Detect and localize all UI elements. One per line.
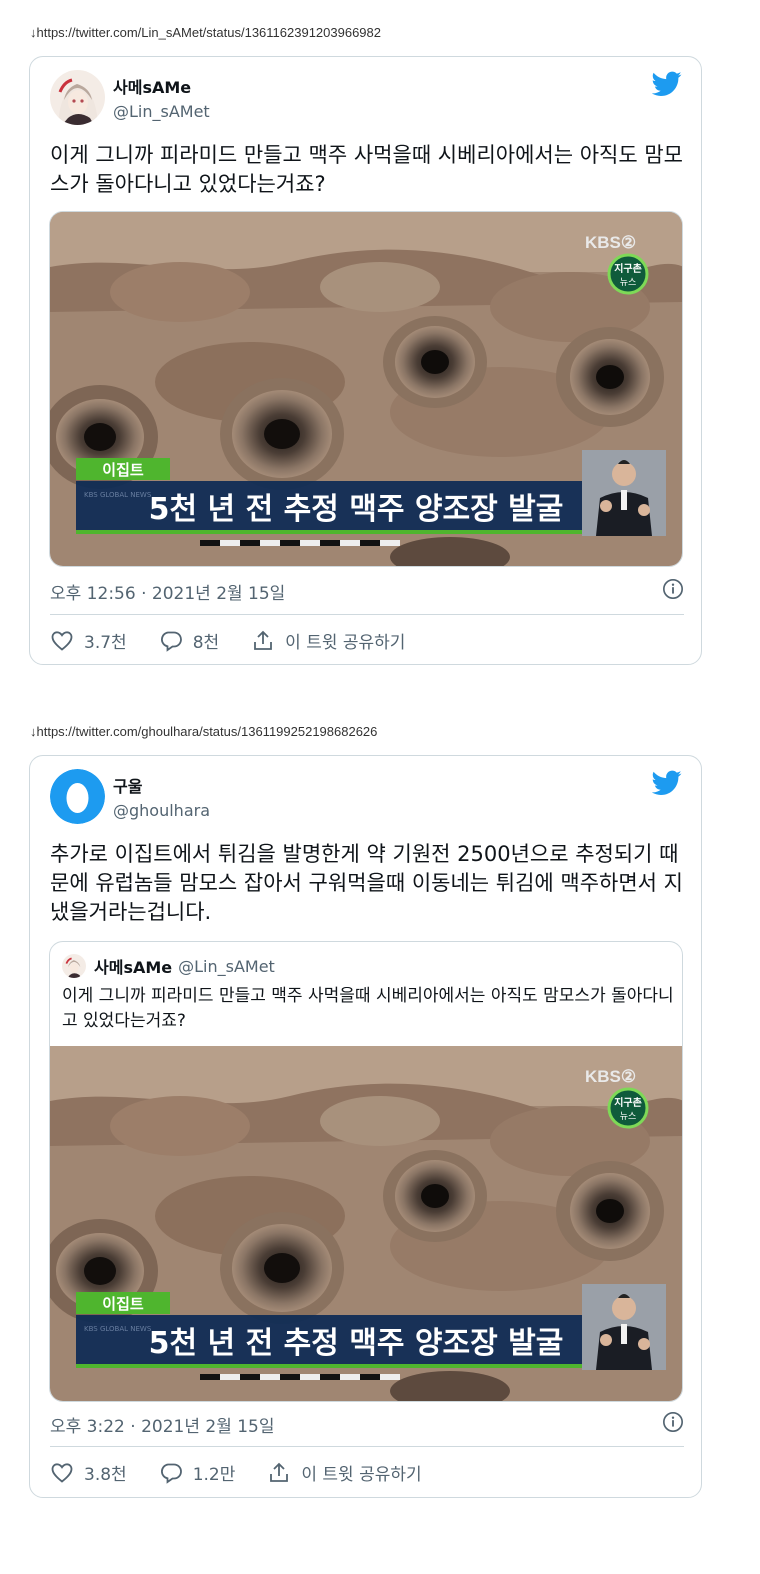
heart-icon	[51, 1462, 73, 1483]
quoted-avatar	[62, 954, 86, 978]
like-count: 3.8천	[84, 1465, 127, 1485]
share-label: 이 트윗 공유하기	[301, 1465, 422, 1485]
excavation-photo: KBS② 지구촌 뉴스 이집트 KBS GLOBAL NEWS 5천 년 전 추…	[50, 1046, 682, 1401]
share-icon	[270, 1462, 289, 1482]
display-name[interactable]: 사메sAMe	[113, 74, 210, 98]
tweet-card: 구울 @ghoulhara 추가로 이집트에서 튀김을 발명한게 약 기원전 2…	[29, 755, 702, 1498]
divider	[50, 614, 684, 615]
share-label: 이 트윗 공유하기	[285, 633, 406, 653]
tweet-actions: 3.8천 1.2만 이 트윗 공유하기	[50, 1460, 454, 1485]
tweet-card: 사메sAMe @Lin_sAMet 이게 그니까 피라미드 만들고 맥주 사먹을…	[29, 56, 702, 665]
news-headline: 5천 년 전 추정 맥주 양조장 발굴	[149, 492, 564, 527]
quoted-handle: @Lin_sAMet	[178, 956, 275, 976]
tweet-author[interactable]: 사메sAMe @Lin_sAMet	[50, 70, 210, 125]
share-button[interactable]: 이 트윗 공유하기	[251, 628, 405, 653]
location-label: 이집트	[102, 1295, 144, 1313]
heart-icon	[51, 630, 73, 651]
source-link[interactable]: ↓https://twitter.com/ghoulhara/status/13…	[30, 724, 377, 739]
twitter-bird-icon[interactable]	[652, 770, 682, 796]
quoted-display-name: 사메sAMe	[94, 958, 173, 977]
like-button[interactable]: 3.7천	[50, 628, 127, 653]
tweet-text: 이게 그니까 피라미드 만들고 맥주 사먹을때 시베리아에서는 아직도 맘모스가…	[50, 143, 683, 196]
display-name[interactable]: 구울	[113, 773, 210, 797]
broadcaster-logo: KBS②	[585, 1067, 636, 1086]
reply-icon	[160, 1463, 182, 1484]
program-badge-line-2: 뉴스	[620, 1111, 637, 1122]
quoted-tweet[interactable]: 사메sAMe @Lin_sAMet 이게 그니까 피라미드 만들고 맥주 사먹을…	[49, 941, 683, 1402]
quoted-media[interactable]: KBS② 지구촌 뉴스 이집트 KBS GLOBAL NEWS 5천 년 전 추…	[50, 1046, 682, 1401]
handle[interactable]: @ghoulhara	[113, 801, 210, 820]
program-badge-line-1: 지구촌	[614, 1096, 642, 1109]
tweet-text: 추가로 이집트에서 튀김을 발명한게 약 기원전 2500년으로 추정되기 때문…	[50, 842, 683, 924]
info-icon[interactable]	[662, 1411, 684, 1433]
reply-count: 1.2만	[192, 1465, 236, 1485]
tweet-timestamp[interactable]: 오후 12:56 · 2021년 2월 15일	[50, 579, 684, 604]
tweet-media[interactable]: KBS② 지구촌 뉴스 이집트 KBS GLOBAL NEWS 5천 년 전 추…	[49, 211, 683, 567]
like-button[interactable]: 3.8천	[50, 1460, 127, 1485]
reply-icon	[160, 631, 182, 652]
broadcaster-logo: KBS②	[585, 233, 636, 252]
location-label: 이집트	[102, 461, 144, 479]
news-watermark: KBS GLOBAL NEWS	[84, 491, 152, 499]
tweet-timestamp[interactable]: 오후 3:22 · 2021년 2월 15일	[50, 1412, 684, 1437]
reply-count: 8천	[192, 633, 220, 653]
reply-button[interactable]: 1.2만	[159, 1460, 236, 1485]
program-badge-line-2: 뉴스	[620, 277, 637, 288]
divider	[50, 1446, 684, 1447]
info-icon[interactable]	[662, 578, 684, 600]
program-badge-line-1: 지구촌	[614, 262, 642, 275]
source-link[interactable]: ↓https://twitter.com/Lin_sAMet/status/13…	[30, 25, 381, 40]
handle[interactable]: @Lin_sAMet	[113, 102, 210, 121]
twitter-bird-icon[interactable]	[652, 71, 682, 97]
share-button[interactable]: 이 트윗 공유하기	[267, 1460, 422, 1485]
like-count: 3.7천	[84, 633, 127, 653]
news-headline: 5천 년 전 추정 맥주 양조장 발굴	[149, 1326, 564, 1361]
quoted-text: 이게 그니까 피라미드 만들고 맥주 사먹을때 시베리아에서는 아직도 맘모스가…	[62, 986, 674, 1031]
avatar[interactable]	[50, 769, 105, 824]
tweet-author[interactable]: 구울 @ghoulhara	[50, 769, 210, 824]
avatar[interactable]	[50, 70, 105, 125]
reply-button[interactable]: 8천	[159, 628, 219, 653]
news-watermark: KBS GLOBAL NEWS	[84, 1325, 152, 1333]
tweet-actions: 3.7천 8천 이 트윗 공유하기	[50, 628, 437, 653]
excavation-photo: KBS② 지구촌 뉴스 이집트 KBS GLOBAL NEWS 5천 년 전 추…	[50, 212, 682, 566]
share-icon	[254, 630, 273, 650]
